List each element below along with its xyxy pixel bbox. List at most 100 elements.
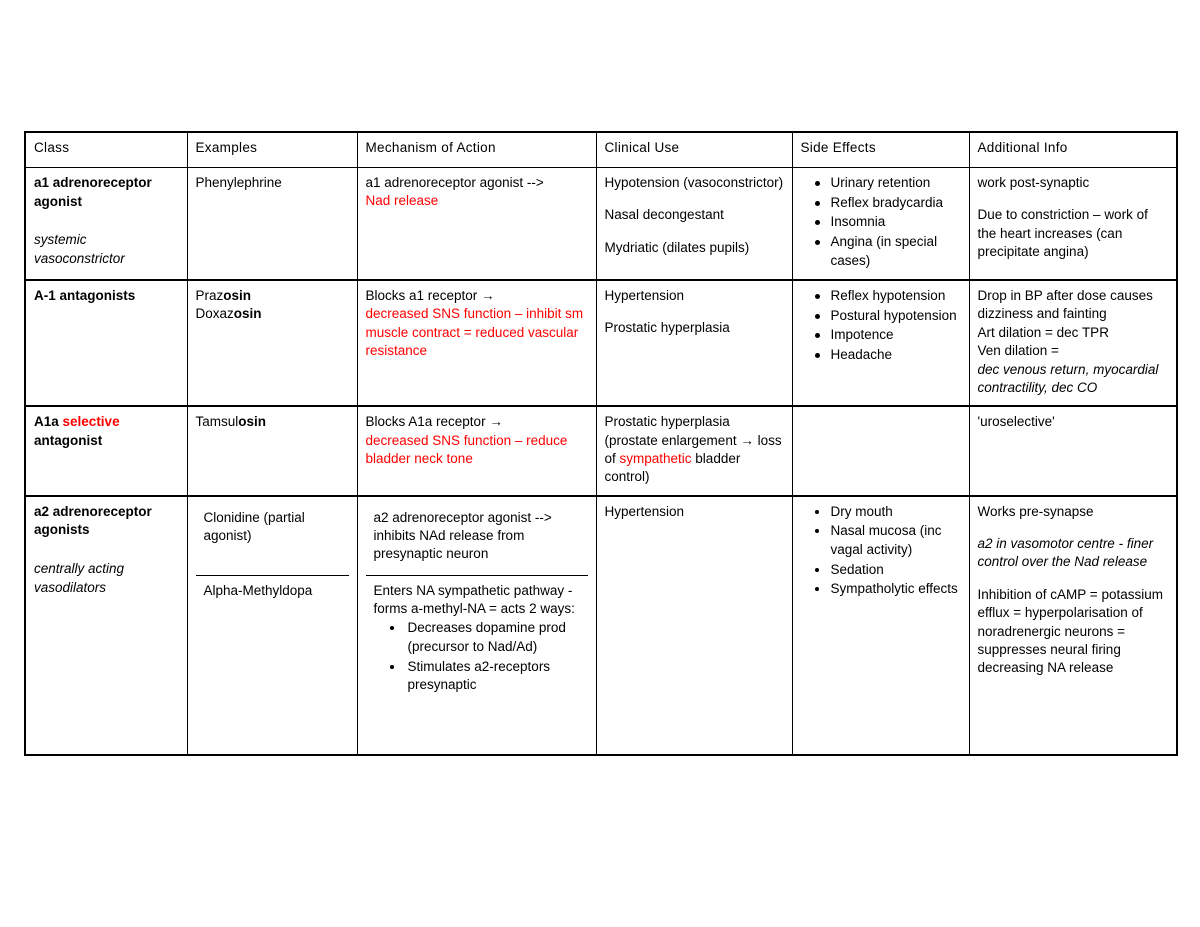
example-suffix-bold: osin (223, 288, 252, 304)
cell-class: a1 adrenoreceptor agonist systemic vasoc… (24, 167, 188, 281)
mechanism-line-black: a1 adrenoreceptor agonist --> (365, 175, 544, 190)
side-effects-list: Dry mouth Nasal mucosa (inc vagal activi… (801, 503, 961, 599)
example-subcell: Alpha-Methyldopa (196, 576, 349, 746)
header-row: Class Examples Mechanism of Action Clini… (24, 131, 1178, 168)
example-prefix: Tamsul (195, 414, 239, 430)
list-item: Urinary retention (814, 174, 961, 193)
mechanism-line-red: decreased SNS function – reduce bladder … (365, 432, 568, 466)
cell-examples: Tamsulosin (186, 405, 358, 497)
list-item: Postural hypotension (814, 307, 961, 326)
list-item: Angina (in special cases) (814, 233, 961, 270)
list-item: Reflex hypotension (814, 287, 961, 306)
class-title: a2 adrenoreceptor agonists (34, 503, 152, 538)
class-subtitle: centrally acting vasodilators (34, 560, 125, 595)
cell-mechanism: a2 adrenoreceptor agonist --> inhibits N… (356, 494, 597, 756)
column-header-class: Class (24, 131, 188, 168)
class-title: A1a selective antagonist (34, 413, 179, 450)
example-item: Clonidine (partial agonist) (203, 509, 305, 544)
additional-info-line: Due to constriction – work of the heart … (977, 207, 1148, 260)
example-item: Alpha-Methyldopa (203, 582, 313, 598)
column-header-examples: Examples (186, 131, 358, 168)
list-item: Reflex bradycardia (814, 194, 961, 213)
mechanism-intro: Enters NA sympathetic pathway - forms a-… (373, 582, 575, 617)
example-item: Doxazosin (196, 305, 349, 323)
drug-reference-table-container: Class Examples Mechanism of Action Clini… (24, 131, 1178, 756)
cell-examples: Prazosin Doxazosin (186, 279, 358, 407)
cell-clinical-use: Hypertension (595, 494, 793, 756)
mechanism-bullet-list: Decreases dopamine prod (precursor to Na… (374, 619, 580, 695)
table-body: a1 adrenoreceptor agonist systemic vasoc… (24, 167, 1178, 756)
side-effects-list: Reflex hypotension Postural hypotension … (801, 287, 961, 365)
clinical-use-item: Prostatic hyperplasia (prostate enlargem… (605, 413, 784, 486)
class-title: A-1 antagonists (34, 288, 136, 304)
additional-info-italic: dec venous return, myocardial contractil… (977, 361, 1159, 395)
clinical-use-item: Hypertension (604, 288, 685, 304)
list-item: Stimulates a2-receptors presynaptic (389, 658, 580, 695)
mechanism-subcell: a2 adrenoreceptor agonist --> inhibits N… (365, 503, 588, 576)
cell-mechanism: Blocks a1 receptor → decreased SNS funct… (356, 279, 597, 407)
example-subcell: Clonidine (partial agonist) (195, 503, 349, 576)
side-effects-list: Urinary retention Reflex bradycardia Ins… (801, 174, 961, 270)
additional-info-line: Works pre-synapse (977, 503, 1094, 519)
cell-examples: Clonidine (partial agonist) Alpha-Methyl… (186, 494, 358, 756)
list-item: Headache (814, 346, 961, 365)
example-suffix-bold: osin (233, 306, 262, 322)
clinical-use-item: Nasal decongestant (604, 207, 724, 223)
cell-mechanism: a1 adrenoreceptor agonist --> Nad releas… (356, 167, 597, 281)
example-suffix-bold: osin (238, 414, 267, 430)
cell-additional-info: 'uroselective' (968, 405, 1178, 497)
list-item: Decreases dopamine prod (precursor to Na… (389, 619, 580, 656)
table-row: a1 adrenoreceptor agonist systemic vasoc… (24, 167, 1178, 281)
class-subtitle: systemic vasoconstrictor (34, 232, 125, 266)
table-row: A1a selective antagonist Tamsulosin Bloc… (24, 405, 1178, 497)
example-prefix: Doxaz (195, 306, 234, 322)
cell-class: A1a selective antagonist (24, 405, 188, 497)
list-item: Sedation (814, 561, 961, 580)
class-title-highlight: selective (62, 414, 120, 430)
cell-examples: Phenylephrine (186, 167, 358, 281)
cell-clinical-use: Hypertension Prostatic hyperplasia (595, 279, 793, 407)
mechanism-subcell: Enters NA sympathetic pathway - forms a-… (366, 576, 588, 746)
clinical-use-item: Mydriatic (dilates pupils) (604, 239, 750, 255)
additional-info-line: Art dilation = dec TPR (977, 324, 1109, 340)
clinical-use-item: Hypotension (vasoconstrictor) (604, 175, 784, 190)
cell-side-effects (791, 405, 970, 497)
table-row: A-1 antagonists Prazosin Doxazosin Block… (24, 279, 1178, 407)
cell-class: A-1 antagonists (24, 279, 188, 407)
cell-clinical-use: Prostatic hyperplasia (prostate enlargem… (595, 405, 793, 497)
cell-mechanism: Blocks A1a receptor → decreased SNS func… (356, 405, 597, 497)
example-prefix: Praz (195, 288, 224, 304)
example-item: Tamsulosin (196, 413, 349, 431)
mechanism-line-black: Blocks A1a receptor → (365, 414, 503, 430)
column-header-mechanism: Mechanism of Action (356, 131, 597, 168)
table-header: Class Examples Mechanism of Action Clini… (24, 131, 1178, 168)
cell-additional-info: Drop in BP after dose causes dizziness a… (968, 279, 1178, 407)
additional-info-line: Drop in BP after dose causes dizziness a… (977, 288, 1153, 322)
list-item: Sympatholytic effects (814, 580, 961, 599)
table-row: a2 adrenoreceptor agonists centrally act… (24, 494, 1178, 756)
list-item: Insomnia (814, 213, 961, 232)
additional-info-line: Ven dilation = (977, 343, 1059, 359)
cell-side-effects: Dry mouth Nasal mucosa (inc vagal activi… (791, 494, 970, 756)
clinical-use-item: Hypertension (604, 503, 685, 519)
mechanism-line-red: Nad release (365, 193, 439, 209)
list-item: Dry mouth (814, 503, 961, 522)
additional-info-italic: a2 in vasomotor centre - finer control o… (977, 536, 1154, 570)
document-page: Class Examples Mechanism of Action Clini… (0, 0, 1200, 927)
cell-side-effects: Urinary retention Reflex bradycardia Ins… (791, 167, 970, 281)
cell-clinical-use: Hypotension (vasoconstrictor) Nasal deco… (595, 167, 793, 281)
cell-class: a2 adrenoreceptor agonists centrally act… (24, 494, 188, 756)
cell-additional-info: work post-synaptic Due to constriction –… (968, 167, 1178, 281)
class-title-part2: antagonist (34, 432, 103, 448)
clinical-use-item: Prostatic hyperplasia (604, 320, 730, 336)
mechanism-line-black: Blocks a1 receptor → (365, 288, 495, 304)
additional-info-line: work post-synaptic (977, 175, 1090, 190)
example-item: Phenylephrine (195, 175, 282, 190)
clinical-use-highlight: sympathetic (619, 451, 692, 466)
drug-reference-table: Class Examples Mechanism of Action Clini… (24, 131, 1178, 756)
additional-info-line: Inhibition of cAMP = potassium efflux = … (977, 586, 1163, 676)
list-item: Impotence (814, 326, 961, 345)
column-header-side-effects: Side Effects (791, 131, 970, 168)
example-item: Prazosin (196, 287, 349, 305)
column-header-clinical-use: Clinical Use (595, 131, 793, 168)
